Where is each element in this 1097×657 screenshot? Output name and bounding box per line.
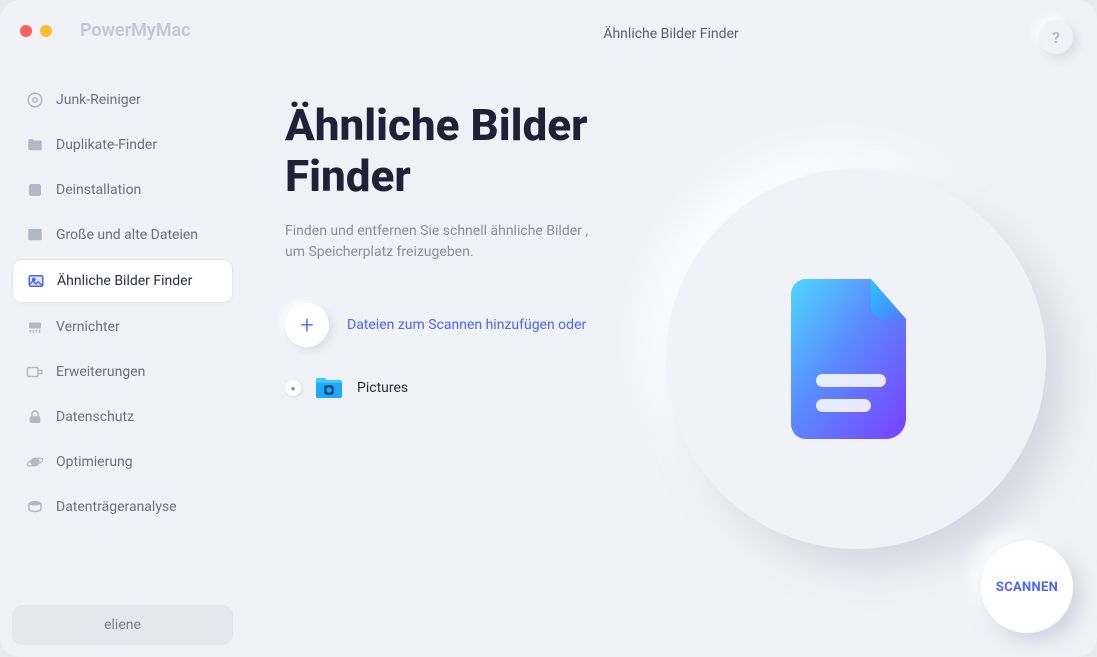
disk-icon [26, 498, 44, 516]
remove-folder-button[interactable]: ● [285, 380, 301, 396]
image-icon [27, 272, 45, 290]
sidebar-item-junk-reiniger[interactable]: Junk-Reiniger [12, 79, 233, 121]
dot-icon: ● [291, 384, 296, 393]
sidebar-item-label: Datenschutz [56, 409, 134, 425]
content-area: Ähnliche Bilder Finder Finden und entfer… [245, 0, 1097, 657]
sidebar-item-label: Datenträgeranalyse [56, 499, 177, 515]
help-button[interactable]: ? [1039, 20, 1073, 54]
box-icon [26, 226, 44, 244]
sidebar-item-erweiterungen[interactable]: Erweiterungen [12, 351, 233, 393]
sidebar-item-datentraegeranalyse[interactable]: Datenträgeranalyse [12, 486, 233, 528]
main-content: Ähnliche Bilder Finder ? Ähnliche Bilder… [245, 0, 1097, 657]
window-controls: PowerMyMac [12, 20, 233, 41]
shredder-icon [26, 318, 44, 336]
sidebar-item-optimierung[interactable]: Optimierung [12, 441, 233, 483]
sidebar-item-label: Große und alte Dateien [56, 227, 198, 243]
scan-button-label: SCANNEN [996, 580, 1058, 595]
app-window: PowerMyMac Junk-Reiniger Duplikate-Finde… [0, 0, 1097, 657]
document-illustration-icon [791, 279, 921, 439]
sidebar-item-label: Duplikate-Finder [56, 137, 157, 153]
planet-icon [26, 453, 44, 471]
app-brand: PowerMyMac [80, 20, 191, 41]
extension-icon [26, 363, 44, 381]
sidebar-item-duplikate-finder[interactable]: Duplikate-Finder [12, 124, 233, 166]
sidebar-user-button[interactable]: eliene [12, 605, 233, 645]
app-icon [26, 181, 44, 199]
sidebar-item-deinstallation[interactable]: Deinstallation [12, 169, 233, 211]
target-icon [26, 91, 44, 109]
plus-icon: + [300, 311, 314, 339]
sidebar-item-label: Junk-Reiniger [56, 92, 141, 108]
lock-icon [26, 408, 44, 426]
sidebar-item-label: Ähnliche Bilder Finder [57, 273, 192, 289]
sidebar-nav: Junk-Reiniger Duplikate-Finder Deinstall… [12, 79, 233, 605]
sidebar-item-grosse-alte-dateien[interactable]: Große und alte Dateien [12, 214, 233, 256]
user-name: eliene [104, 617, 141, 633]
sidebar-item-label: Erweiterungen [56, 364, 145, 380]
pictures-folder-icon [315, 377, 343, 399]
folder-name: Pictures [357, 380, 408, 396]
add-files-label[interactable]: Dateien zum Scannen hinzufügen oder [347, 317, 586, 333]
content-left: Ähnliche Bilder Finder Finden und entfer… [285, 100, 655, 617]
main-subtext: Finden und entfernen Sie schnell ähnlich… [285, 221, 605, 263]
sidebar-item-datenschutz[interactable]: Datenschutz [12, 396, 233, 438]
sidebar-item-label: Vernichter [56, 319, 120, 335]
sidebar: PowerMyMac Junk-Reiniger Duplikate-Finde… [0, 0, 245, 657]
help-icon: ? [1052, 28, 1060, 47]
sidebar-item-aehnliche-bilder-finder[interactable]: Ähnliche Bilder Finder [12, 259, 233, 303]
sidebar-item-vernichter[interactable]: Vernichter [12, 306, 233, 348]
sidebar-item-label: Optimierung [56, 454, 133, 470]
scan-button[interactable]: SCANNEN [981, 541, 1073, 633]
folder-row: ● Pictures [285, 377, 655, 399]
minimize-window-button[interactable] [40, 25, 52, 37]
main-heading: Ähnliche Bilder Finder [285, 100, 655, 201]
content-right [655, 100, 1057, 617]
sidebar-item-label: Deinstallation [56, 182, 141, 198]
close-window-button[interactable] [20, 25, 32, 37]
add-files-row: + Dateien zum Scannen hinzufügen oder [285, 303, 655, 347]
add-files-button[interactable]: + [285, 303, 329, 347]
page-title: Ähnliche Bilder Finder [603, 26, 738, 42]
illustration-circle [666, 169, 1046, 549]
folder-icon [26, 136, 44, 154]
